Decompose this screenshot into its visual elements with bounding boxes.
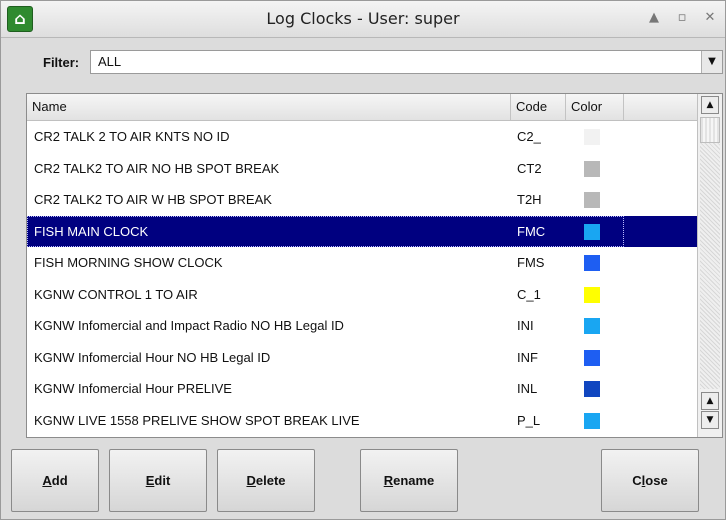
clock-code: FMC xyxy=(517,223,546,239)
color-swatch xyxy=(584,192,600,208)
clock-name: KGNW LIVE 1558 PRELIVE SHOW SPOT BREAK L… xyxy=(34,412,360,428)
scroll-up-arrow-icon[interactable]: ▲ xyxy=(701,392,719,410)
clock-code: C2_ xyxy=(517,129,541,144)
clock-code: CT2 xyxy=(517,160,542,176)
table-row[interactable]: CR2 TALK2 TO AIR NO HB SPOT BREAK CT2 xyxy=(27,153,698,184)
clock-code: P_L xyxy=(517,412,541,428)
clock-name: KGNW Infomercial Hour PRELIVE xyxy=(34,381,232,396)
column-header-filler xyxy=(624,94,698,120)
table-row[interactable]: KGNW Infomercial Hour NO HB Legal ID INF xyxy=(27,342,698,373)
close-button[interactable]: Close xyxy=(601,449,699,512)
window-title: Log Clocks - User: super xyxy=(266,9,460,28)
title-bar[interactable]: ⌂ Log Clocks - User: super ▲ ▫ ✕ xyxy=(1,1,725,38)
column-header-code[interactable]: Code xyxy=(511,94,566,120)
rename-button[interactable]: Rename xyxy=(360,449,458,512)
color-swatch xyxy=(584,160,600,177)
clock-code: INI xyxy=(517,318,534,333)
table-row[interactable]: KGNW CONTROL 1 TO AIR C_1 xyxy=(27,279,698,310)
filter-selected-value: ALL xyxy=(98,54,122,69)
color-swatch xyxy=(584,286,600,303)
clock-name: FISH MAIN CLOCK xyxy=(34,223,149,239)
table-row[interactable]: FISH MORNING SHOW CLOCK FMS xyxy=(27,247,698,278)
maximize-window-icon[interactable]: ▫ xyxy=(673,9,691,27)
chevron-down-icon[interactable]: ▼ xyxy=(701,51,722,73)
table-row[interactable]: CR2 TALK 2 TO AIR KNTS NO ID C2_ xyxy=(27,121,698,152)
log-clocks-window: ⌂ Log Clocks - User: super ▲ ▫ ✕ Filter:… xyxy=(0,0,726,520)
color-swatch xyxy=(584,255,600,271)
clock-name: KGNW CONTROL 1 TO AIR xyxy=(34,286,198,302)
add-button[interactable]: Add xyxy=(11,449,99,512)
clock-name: CR2 TALK 2 TO AIR KNTS NO ID xyxy=(34,129,230,144)
color-swatch xyxy=(584,381,600,397)
scroll-track[interactable] xyxy=(700,117,720,389)
scroll-down-arrow-icon[interactable]: ▼ xyxy=(701,411,719,429)
clock-code: INL xyxy=(517,381,538,396)
scroll-thumb[interactable] xyxy=(700,117,720,143)
clock-code: INF xyxy=(517,349,538,365)
clock-code: FMS xyxy=(517,255,545,270)
list-rows: CR2 TALK 2 TO AIR KNTS NO ID C2_ CR2 TALK2… xyxy=(27,121,698,437)
close-window-icon[interactable]: ✕ xyxy=(701,9,719,27)
color-swatch xyxy=(584,318,600,334)
filter-label: Filter: xyxy=(43,55,80,70)
column-header-name[interactable]: Name xyxy=(27,94,511,120)
clock-name: CR2 TALK2 TO AIR NO HB SPOT BREAK xyxy=(34,160,280,176)
column-header-color[interactable]: Color xyxy=(566,94,624,120)
clock-name: CR2 TALK2 TO AIR W HB SPOT BREAK xyxy=(34,192,272,207)
table-row[interactable]: CR2 TALK2 TO AIR W HB SPOT BREAK T2H xyxy=(27,184,698,215)
clock-name: FISH MORNING SHOW CLOCK xyxy=(34,255,223,270)
log-clocks-list[interactable]: Name Code Color CR2 TALK 2 TO AIR KNTS N… xyxy=(26,93,723,438)
delete-button[interactable]: Delete xyxy=(217,449,315,512)
scroll-up-arrow-icon[interactable]: ▲ xyxy=(701,96,719,114)
list-header: Name Code Color xyxy=(27,94,698,121)
shade-window-icon[interactable]: ▲ xyxy=(645,9,663,27)
clock-code: C_1 xyxy=(517,286,541,302)
color-swatch xyxy=(584,129,600,145)
table-row[interactable]: KGNW LIVE 1558 PRELIVE SHOW SPOT BREAK L… xyxy=(27,405,698,436)
table-row[interactable]: FISH MAIN CLOCK FMC xyxy=(27,215,698,247)
vertical-scrollbar[interactable]: ▲ ▲ ▼ xyxy=(697,94,722,437)
color-swatch xyxy=(584,349,600,366)
color-swatch xyxy=(584,412,600,429)
color-swatch xyxy=(584,223,600,240)
table-row[interactable]: KGNW Infomercial and Impact Radio NO HB … xyxy=(27,310,698,341)
clock-name: KGNW Infomercial Hour NO HB Legal ID xyxy=(34,349,271,365)
clock-name: KGNW Infomercial and Impact Radio NO HB … xyxy=(34,318,344,333)
filter-select[interactable]: ALL ▼ xyxy=(90,50,723,74)
edit-button[interactable]: Edit xyxy=(109,449,207,512)
clock-code: T2H xyxy=(517,192,542,207)
table-row[interactable]: KGNW Infomercial Hour PRELIVE INL xyxy=(27,373,698,404)
